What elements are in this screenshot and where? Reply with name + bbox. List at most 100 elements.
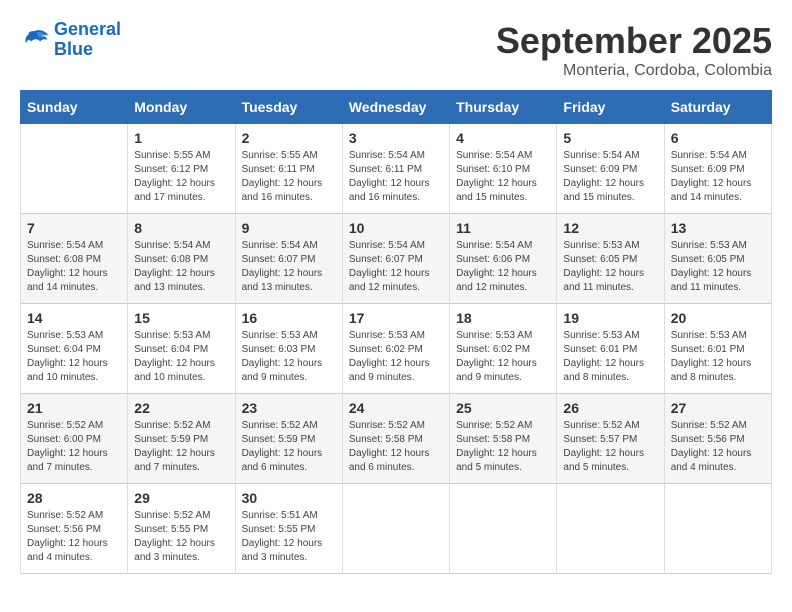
weekday-header-wednesday: Wednesday [342,91,449,124]
calendar-cell: 6 Sunrise: 5:54 AM Sunset: 6:09 PM Daylig… [664,124,771,214]
day-number: 23 [242,400,336,416]
day-number: 24 [349,400,443,416]
calendar-cell: 5 Sunrise: 5:54 AM Sunset: 6:09 PM Daylig… [557,124,664,214]
day-info: Sunrise: 5:54 AM Sunset: 6:09 PM Dayligh… [563,149,657,205]
day-number: 11 [456,220,550,236]
weekday-header-saturday: Saturday [664,91,771,124]
day-info: Sunrise: 5:53 AM Sunset: 6:02 PM Dayligh… [349,329,443,385]
day-number: 9 [242,220,336,236]
weekday-header-tuesday: Tuesday [235,91,342,124]
calendar-cell [664,484,771,574]
day-info: Sunrise: 5:52 AM Sunset: 6:00 PM Dayligh… [27,419,121,475]
logo: General Blue [20,20,121,60]
day-number: 8 [134,220,228,236]
day-number: 26 [563,400,657,416]
day-number: 27 [671,400,765,416]
logo-bird-icon [20,25,50,55]
calendar-week-row: 7 Sunrise: 5:54 AM Sunset: 6:08 PM Daylig… [21,214,772,304]
calendar-cell: 7 Sunrise: 5:54 AM Sunset: 6:08 PM Daylig… [21,214,128,304]
day-number: 21 [27,400,121,416]
day-number: 12 [563,220,657,236]
day-number: 7 [27,220,121,236]
day-info: Sunrise: 5:54 AM Sunset: 6:09 PM Dayligh… [671,149,765,205]
calendar-cell: 13Sunrise: 5:53 AM Sunset: 6:05 PM Dayli… [664,214,771,304]
calendar-cell: 26 Sunrise: 5:52 AM Sunset: 5:57 PM Dayli… [557,394,664,484]
day-number: 22 [134,400,228,416]
location-text: Monteria, Cordoba, Colombia [496,62,772,80]
calendar-cell: 30 Sunrise: 5:51 AM Sunset: 5:55 PM Dayli… [235,484,342,574]
day-number: 4 [456,130,550,146]
day-number: 25 [456,400,550,416]
calendar-week-row: 14Sunrise: 5:53 AM Sunset: 6:04 PM Dayli… [21,304,772,394]
calendar-cell: 3 Sunrise: 5:54 AM Sunset: 6:11 PM Daylig… [342,124,449,214]
calendar-body: 1Sunrise: 5:55 AM Sunset: 6:12 PM Daylig… [21,124,772,574]
day-info: Sunrise: 5:53 AM Sunset: 6:01 PM Dayligh… [671,329,765,385]
calendar-cell: 9Sunrise: 5:54 AM Sunset: 6:07 PM Daylig… [235,214,342,304]
day-info: Sunrise: 5:54 AM Sunset: 6:08 PM Dayligh… [27,239,121,295]
day-info: Sunrise: 5:54 AM Sunset: 6:06 PM Dayligh… [456,239,550,295]
day-number: 20 [671,310,765,326]
day-number: 19 [563,310,657,326]
calendar-week-row: 21 Sunrise: 5:52 AM Sunset: 6:00 PM Dayli… [21,394,772,484]
weekday-header-monday: Monday [128,91,235,124]
day-info: Sunrise: 5:52 AM Sunset: 5:58 PM Dayligh… [349,419,443,475]
day-info: Sunrise: 5:55 AM Sunset: 6:12 PM Dayligh… [134,149,228,205]
day-info: Sunrise: 5:53 AM Sunset: 6:05 PM Dayligh… [563,239,657,295]
day-info: Sunrise: 5:52 AM Sunset: 5:57 PM Dayligh… [563,419,657,475]
calendar-cell: 20 Sunrise: 5:53 AM Sunset: 6:01 PM Dayli… [664,304,771,394]
weekday-header-thursday: Thursday [450,91,557,124]
calendar-cell: 4 Sunrise: 5:54 AM Sunset: 6:10 PM Daylig… [450,124,557,214]
calendar-cell: 25 Sunrise: 5:52 AM Sunset: 5:58 PM Dayli… [450,394,557,484]
calendar-cell: 21 Sunrise: 5:52 AM Sunset: 6:00 PM Dayli… [21,394,128,484]
calendar-cell: 10Sunrise: 5:54 AM Sunset: 6:07 PM Dayli… [342,214,449,304]
day-number: 6 [671,130,765,146]
day-number: 15 [134,310,228,326]
day-info: Sunrise: 5:54 AM Sunset: 6:11 PM Dayligh… [349,149,443,205]
calendar-cell: 19 Sunrise: 5:53 AM Sunset: 6:01 PM Dayli… [557,304,664,394]
day-info: Sunrise: 5:52 AM Sunset: 5:58 PM Dayligh… [456,419,550,475]
calendar-cell: 15Sunrise: 5:53 AM Sunset: 6:04 PM Dayli… [128,304,235,394]
day-number: 5 [563,130,657,146]
logo-blue: Blue [54,39,93,59]
logo-text: General Blue [54,20,121,60]
day-info: Sunrise: 5:54 AM Sunset: 6:07 PM Dayligh… [349,239,443,295]
logo-general: General [54,19,121,39]
day-info: Sunrise: 5:54 AM Sunset: 6:08 PM Dayligh… [134,239,228,295]
calendar-cell: 1Sunrise: 5:55 AM Sunset: 6:12 PM Daylig… [128,124,235,214]
calendar-cell: 23 Sunrise: 5:52 AM Sunset: 5:59 PM Dayli… [235,394,342,484]
day-number: 29 [134,490,228,506]
calendar-cell: 16Sunrise: 5:53 AM Sunset: 6:03 PM Dayli… [235,304,342,394]
calendar-cell: 2Sunrise: 5:55 AM Sunset: 6:11 PM Daylig… [235,124,342,214]
calendar-cell: 17 Sunrise: 5:53 AM Sunset: 6:02 PM Dayli… [342,304,449,394]
day-info: Sunrise: 5:54 AM Sunset: 6:10 PM Dayligh… [456,149,550,205]
day-number: 28 [27,490,121,506]
calendar-cell: 11 Sunrise: 5:54 AM Sunset: 6:06 PM Dayli… [450,214,557,304]
day-info: Sunrise: 5:53 AM Sunset: 6:04 PM Dayligh… [27,329,121,385]
calendar-week-row: 1Sunrise: 5:55 AM Sunset: 6:12 PM Daylig… [21,124,772,214]
calendar-cell: 18Sunrise: 5:53 AM Sunset: 6:02 PM Dayli… [450,304,557,394]
day-number: 13 [671,220,765,236]
day-info: Sunrise: 5:51 AM Sunset: 5:55 PM Dayligh… [242,509,336,565]
calendar-table: SundayMondayTuesdayWednesdayThursdayFrid… [20,90,772,574]
day-number: 16 [242,310,336,326]
title-area: September 2025 Monteria, Cordoba, Colomb… [496,20,772,80]
day-info: Sunrise: 5:52 AM Sunset: 5:56 PM Dayligh… [27,509,121,565]
day-number: 30 [242,490,336,506]
page-header: General Blue September 2025 Monteria, Co… [20,20,772,80]
day-number: 17 [349,310,443,326]
calendar-cell: 28 Sunrise: 5:52 AM Sunset: 5:56 PM Dayli… [21,484,128,574]
calendar-cell [557,484,664,574]
calendar-cell [21,124,128,214]
day-info: Sunrise: 5:52 AM Sunset: 5:56 PM Dayligh… [671,419,765,475]
weekday-header-sunday: Sunday [21,91,128,124]
calendar-header: SundayMondayTuesdayWednesdayThursdayFrid… [21,91,772,124]
day-number: 3 [349,130,443,146]
day-info: Sunrise: 5:52 AM Sunset: 5:55 PM Dayligh… [134,509,228,565]
day-info: Sunrise: 5:52 AM Sunset: 5:59 PM Dayligh… [242,419,336,475]
calendar-cell: 24 Sunrise: 5:52 AM Sunset: 5:58 PM Dayli… [342,394,449,484]
calendar-cell: 29 Sunrise: 5:52 AM Sunset: 5:55 PM Dayli… [128,484,235,574]
day-info: Sunrise: 5:53 AM Sunset: 6:01 PM Dayligh… [563,329,657,385]
day-info: Sunrise: 5:52 AM Sunset: 5:59 PM Dayligh… [134,419,228,475]
day-number: 18 [456,310,550,326]
calendar-cell: 12 Sunrise: 5:53 AM Sunset: 6:05 PM Dayli… [557,214,664,304]
